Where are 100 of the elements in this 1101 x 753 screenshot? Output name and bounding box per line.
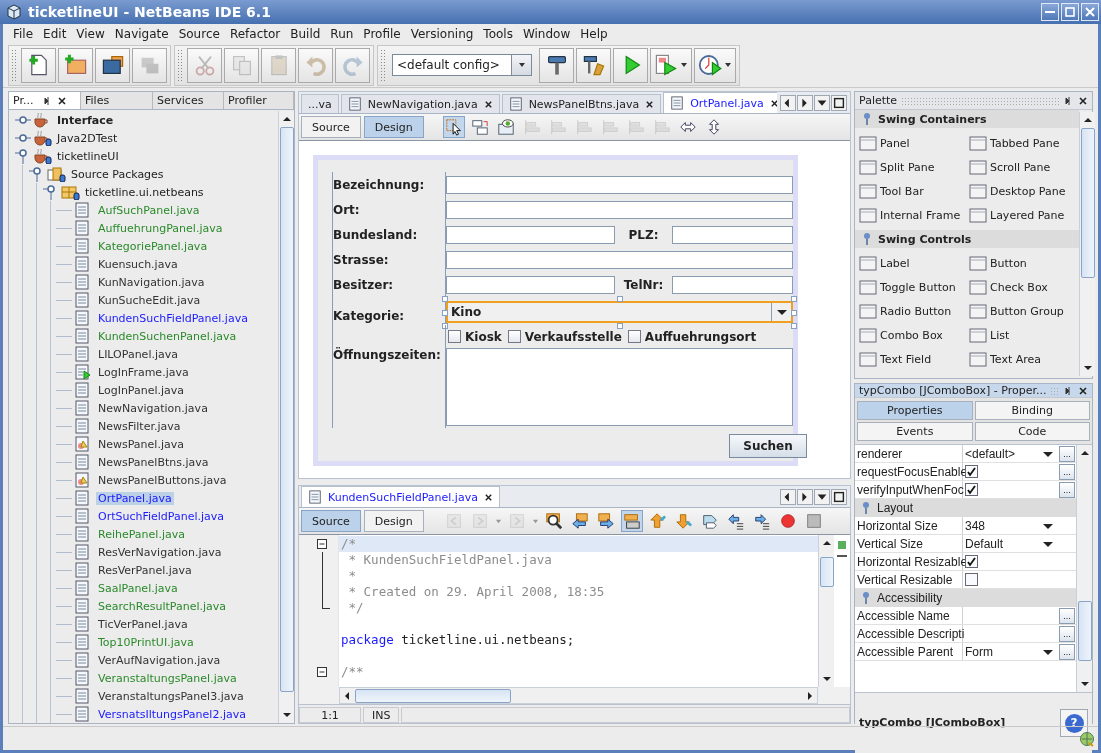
property-value[interactable]: Default <box>965 536 1058 551</box>
scroll-right-icon[interactable] <box>797 95 813 111</box>
properties-tab[interactable]: Code <box>974 422 1090 441</box>
palette-item[interactable]: Tabbed Pane <box>990 136 1060 150</box>
editor-tab[interactable]: NewNavigation.java <box>340 94 500 113</box>
checkbox[interactable] <box>507 330 521 343</box>
palette-item[interactable]: Button Group <box>990 304 1064 318</box>
tree-item[interactable]: ReihePanel.java <box>96 527 187 541</box>
menu-item[interactable]: Source <box>173 26 225 41</box>
tree-item[interactable]: NewsPanelButtons.java <box>96 473 229 487</box>
vertical-scrollbar[interactable] <box>1076 445 1092 692</box>
custom-editor-button[interactable]: ... <box>1059 643 1075 660</box>
scroll-thumb[interactable] <box>355 688 511 703</box>
open-project-button[interactable] <box>95 47 130 83</box>
properties-tab[interactable]: Binding <box>974 401 1090 420</box>
scroll-left-icon[interactable] <box>780 95 796 111</box>
resize-handle[interactable] <box>617 323 623 329</box>
close-icon[interactable] <box>645 99 655 109</box>
resize-handle[interactable] <box>442 296 448 302</box>
maximize-icon[interactable] <box>831 489 847 505</box>
scroll-right-icon[interactable] <box>797 489 813 505</box>
tree-item[interactable]: KategoriePanel.java <box>96 239 210 253</box>
editor-tab[interactable]: ...va <box>301 94 339 113</box>
tree-item[interactable]: LogInFrame.java <box>96 365 191 379</box>
tree-item[interactable]: VeranstaltungsPanel.java <box>96 671 239 685</box>
tree-item[interactable]: ticketline.ui.netbeans <box>83 185 206 199</box>
custom-editor-button[interactable]: ... <box>1059 463 1075 480</box>
globe-icon[interactable] <box>1079 730 1095 747</box>
scroll-down-icon[interactable] <box>1080 682 1089 686</box>
tree-item[interactable]: Source Packages <box>69 167 166 181</box>
menu-item[interactable]: Build <box>285 26 326 41</box>
caret-icon[interactable] <box>1042 539 1054 548</box>
horizontal-scrollbar[interactable] <box>339 687 818 704</box>
view-tab[interactable]: Source <box>301 510 361 532</box>
scroll-up-icon[interactable] <box>1083 118 1092 122</box>
palette-item[interactable]: Internal Frame <box>880 208 961 222</box>
scroll-down-icon[interactable] <box>1083 366 1092 370</box>
property-value[interactable]: Form <box>965 644 1058 659</box>
text-field[interactable] <box>446 275 615 294</box>
palette-item[interactable]: Tool Bar <box>880 184 924 198</box>
close-icon[interactable] <box>769 98 777 108</box>
checkbox[interactable] <box>627 330 641 343</box>
highlight-button[interactable] <box>620 510 643 532</box>
tree-item[interactable]: VerAufNavigation.java <box>96 653 223 667</box>
menu-item[interactable]: Window <box>517 26 576 41</box>
run-button[interactable] <box>613 47 648 83</box>
menu-item[interactable]: Navigate <box>109 26 174 41</box>
close-icon[interactable] <box>483 99 493 109</box>
palette-item[interactable]: Text Field <box>880 352 932 366</box>
caret-icon[interactable] <box>724 61 732 69</box>
palette-item[interactable]: Radio Button <box>880 304 952 318</box>
combo-box[interactable]: Kino <box>446 301 793 323</box>
text-field[interactable] <box>446 225 615 244</box>
tree-item[interactable]: NewsFilter.java <box>96 419 183 433</box>
scroll-thumb[interactable] <box>1077 601 1092 661</box>
close-icon[interactable] <box>1078 385 1088 396</box>
property-value[interactable]: 348 <box>965 518 1058 533</box>
tree-item[interactable]: KundenSuchenPanel.java <box>96 329 239 343</box>
menu-item[interactable]: Help <box>575 26 613 41</box>
menu-item[interactable]: Tools <box>478 26 518 41</box>
scroll-down-icon[interactable] <box>282 713 291 717</box>
view-tab[interactable]: Design <box>363 116 424 138</box>
tree-item[interactable]: NewsPanel.java <box>96 437 186 451</box>
tree-item[interactable]: Interface <box>55 113 116 127</box>
editor-tab[interactable]: OrtPanel.java <box>663 92 777 113</box>
scroll-up-icon[interactable] <box>1080 451 1089 455</box>
close-icon[interactable] <box>57 95 68 106</box>
close-icon[interactable] <box>1078 95 1088 106</box>
resize-handle[interactable] <box>442 310 448 316</box>
menu-item[interactable]: Profile <box>358 26 406 41</box>
editor-tab[interactable]: KundenSuchFieldPanel.java <box>301 486 500 507</box>
tree-item[interactable]: NewNavigation.java <box>96 401 210 415</box>
tree-item[interactable]: VeranstaltungsPanel3.java <box>96 689 246 703</box>
tree-item[interactable]: ResVerNavigation.java <box>96 545 224 559</box>
editor-tab[interactable]: NewsPanelBtns.java <box>501 94 662 113</box>
tree-item[interactable]: ticketlineUI <box>55 149 121 163</box>
menu-item[interactable]: View <box>71 26 110 41</box>
properties-tab[interactable]: Properties <box>857 401 973 420</box>
resize-handle[interactable] <box>791 296 797 302</box>
custom-editor-button[interactable]: ... <box>1059 445 1075 462</box>
minimize-button[interactable] <box>1041 3 1059 21</box>
caret-icon[interactable] <box>1042 449 1054 458</box>
palette-item[interactable]: Combo Box <box>880 328 943 342</box>
property-value[interactable]: <default> <box>965 446 1058 461</box>
scroll-left-icon[interactable] <box>780 489 796 505</box>
tree-item[interactable]: KundenSuchFieldPanel.java <box>96 311 250 325</box>
palette-item[interactable]: Button <box>990 256 1027 270</box>
caret-icon[interactable] <box>775 308 788 316</box>
tree-item[interactable]: Top10PrintUI.java <box>96 635 196 649</box>
tree-item[interactable]: NewsPanelBtns.java <box>96 455 211 469</box>
vertical-scrollbar[interactable] <box>1079 112 1095 376</box>
properties-tab[interactable]: Events <box>857 422 973 441</box>
tree-item[interactable]: VersnatsIltungsPanel2.java <box>96 707 248 721</box>
menu-item[interactable]: File <box>8 26 39 41</box>
scroll-thumb[interactable] <box>1080 128 1095 278</box>
close-button[interactable] <box>1081 3 1099 21</box>
tree-item[interactable]: LILOPanel.java <box>96 347 180 361</box>
debug-button[interactable] <box>650 47 692 83</box>
view-tab[interactable]: Design <box>363 510 424 532</box>
tree-item[interactable]: Java2DTest <box>55 131 120 145</box>
